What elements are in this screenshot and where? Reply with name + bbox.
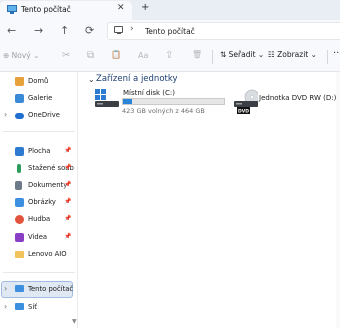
sidebar-item-network[interactable]: › Síť bbox=[0, 301, 76, 315]
pin-icon[interactable]: 📌 bbox=[64, 164, 71, 171]
share-icon[interactable]: ⇪ bbox=[165, 50, 173, 61]
sidebar-item-label: OneDrive bbox=[28, 111, 60, 119]
sidebar-item-label: Hudba bbox=[28, 215, 51, 223]
network-icon bbox=[15, 303, 24, 310]
view-button[interactable]: ☷ Zobrazit ⌄ bbox=[268, 50, 317, 59]
pictures-icon bbox=[15, 198, 24, 207]
new-tab-button[interactable]: + bbox=[141, 2, 149, 13]
back-button[interactable]: ← bbox=[7, 24, 16, 37]
pin-icon[interactable]: 📌 bbox=[64, 233, 71, 240]
cut-icon[interactable]: ✂ bbox=[62, 50, 70, 61]
documents-icon bbox=[15, 181, 22, 190]
this-pc-icon bbox=[7, 5, 17, 12]
dvd-drive-icon[interactable]: DVD bbox=[234, 88, 258, 116]
sidebar-item-label: Obrázky bbox=[28, 198, 56, 206]
home-icon bbox=[15, 77, 24, 86]
sidebar-item-label: Tento počítač bbox=[28, 285, 74, 293]
expand-chevron-icon[interactable]: › bbox=[4, 284, 7, 293]
sidebar-item-gallery[interactable]: Galerie bbox=[0, 92, 76, 106]
drive-usage-fill bbox=[123, 99, 132, 104]
sidebar-item-label: Plocha bbox=[28, 147, 51, 155]
group-header[interactable]: Zařízení a jednotky bbox=[96, 74, 178, 84]
drive-free-space: 423 GB volných z 464 GB bbox=[122, 107, 205, 115]
sidebar-item-downloads[interactable]: Stažené soub 📌 bbox=[0, 162, 76, 176]
copy-icon[interactable]: ⧉ bbox=[87, 50, 94, 61]
download-icon bbox=[17, 164, 21, 173]
toolbar-divider bbox=[212, 50, 213, 64]
close-tab-icon[interactable]: ✕ bbox=[117, 3, 125, 13]
drive-usage-bar bbox=[122, 98, 225, 105]
sidebar-item-videos[interactable]: Videa 📌 bbox=[0, 231, 76, 245]
sidebar-item-label: Dokumenty bbox=[28, 181, 68, 189]
monitor-icon bbox=[114, 26, 123, 33]
tab-title: Tento počítač bbox=[21, 5, 71, 14]
scroll-down-icon[interactable]: ▼ bbox=[72, 318, 77, 325]
sidebar-item-this-pc[interactable]: › Tento počítač bbox=[0, 283, 76, 297]
sort-button[interactable]: ⇅ Seřadit ⌄ bbox=[220, 50, 264, 59]
sidebar-item-pictures[interactable]: Obrázky 📌 bbox=[0, 196, 76, 210]
onedrive-icon bbox=[15, 113, 24, 119]
sidebar-item-desktop[interactable]: Plocha 📌 bbox=[0, 145, 76, 159]
more-options-button[interactable]: ··· bbox=[333, 48, 340, 59]
up-button[interactable]: ↑ bbox=[60, 24, 69, 37]
breadcrumb-chevron-icon[interactable]: › bbox=[130, 24, 134, 34]
sidebar-item-home[interactable]: Domů bbox=[0, 75, 76, 89]
videos-icon bbox=[15, 233, 24, 242]
pin-icon[interactable]: 📌 bbox=[64, 147, 71, 154]
monitor-stand-icon bbox=[117, 33, 121, 35]
expand-chevron-icon[interactable]: › bbox=[4, 302, 7, 311]
this-pc-icon-stand bbox=[10, 12, 14, 14]
local-disk-icon[interactable] bbox=[95, 89, 119, 109]
this-pc-icon bbox=[15, 285, 24, 292]
sidebar-item-label: Domů bbox=[28, 77, 49, 85]
sidebar-item-music[interactable]: Hudba 📌 bbox=[0, 213, 76, 227]
sidebar-item-label: Síť bbox=[28, 303, 37, 311]
music-icon bbox=[15, 215, 24, 224]
dvd-badge: DVD bbox=[238, 109, 249, 115]
address-bar[interactable] bbox=[107, 22, 340, 40]
pin-icon[interactable]: 📌 bbox=[64, 181, 71, 188]
desktop-icon bbox=[15, 147, 24, 156]
nav-divider bbox=[3, 272, 75, 273]
rename-icon[interactable]: Aa bbox=[138, 51, 148, 60]
expand-chevron-icon[interactable]: › bbox=[4, 110, 7, 119]
nav-divider bbox=[3, 131, 75, 132]
new-button[interactable]: ⊕ Nový ⌄ bbox=[3, 51, 39, 60]
drive-d-name[interactable]: Jednotka DVD RW (D:) bbox=[259, 94, 336, 102]
sidebar-item-onedrive[interactable]: › OneDrive bbox=[0, 109, 76, 123]
refresh-button[interactable]: ⟳ bbox=[85, 24, 94, 37]
pin-icon[interactable]: 📌 bbox=[64, 198, 71, 205]
toolbar-divider bbox=[327, 50, 328, 64]
collapse-group-icon[interactable]: ⌄ bbox=[88, 75, 95, 84]
content-scrollbar[interactable] bbox=[336, 72, 340, 328]
delete-icon[interactable]: 🗑 bbox=[192, 50, 202, 59]
forward-button[interactable]: → bbox=[34, 24, 43, 37]
drive-c-name[interactable]: Místní disk (C:) bbox=[123, 89, 175, 97]
sidebar-item-documents[interactable]: Dokumenty 📌 bbox=[0, 179, 76, 193]
folder-icon bbox=[15, 251, 24, 258]
paste-icon[interactable]: 📋 bbox=[111, 50, 121, 59]
gallery-icon bbox=[15, 94, 24, 103]
sidebar-item-label: Videa bbox=[28, 233, 48, 241]
sidebar-item-label: Lenovo AIO bbox=[28, 250, 67, 258]
pin-icon[interactable]: 📌 bbox=[64, 215, 71, 222]
sidebar-item-lenovo-aio[interactable]: Lenovo AIO bbox=[0, 248, 76, 262]
sidebar-item-label: Galerie bbox=[28, 94, 53, 102]
breadcrumb-this-pc[interactable]: Tento počítač bbox=[145, 27, 195, 36]
